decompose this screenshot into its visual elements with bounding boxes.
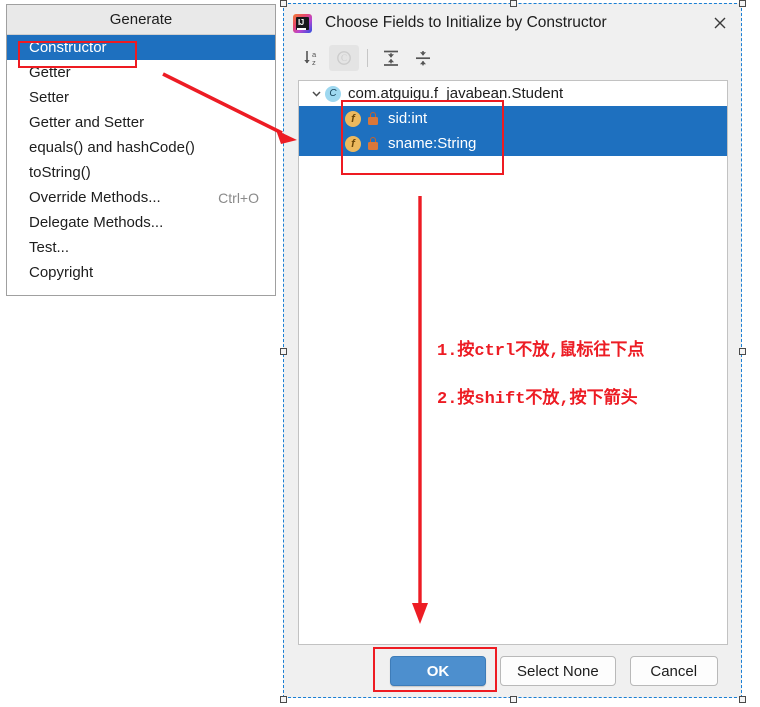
generate-menu-item-test[interactable]: Test... [7, 235, 275, 260]
generate-menu-item-constructor[interactable]: Constructor [7, 35, 275, 60]
collapse-all-icon[interactable] [408, 45, 438, 71]
sort-alphabetically-icon[interactable]: a z [297, 45, 327, 71]
select-none-button-label: Select None [517, 663, 599, 680]
selection-handle-top-right[interactable] [739, 0, 746, 7]
tree-node-class[interactable]: C com.atguigu.f_javabean.Student [299, 81, 727, 106]
class-icon: C [325, 86, 341, 102]
menu-item-label: Getter and Setter [29, 114, 144, 131]
private-lock-icon [367, 112, 379, 126]
field-icon: f [345, 111, 361, 127]
generate-menu-title: Generate [7, 5, 275, 35]
menu-item-shortcut: Ctrl+O [218, 190, 259, 206]
selection-handle-top-center[interactable] [510, 0, 517, 7]
dialog-titlebar: IJ Choose Fields to Initialize by Constr… [284, 4, 741, 42]
chevron-down-icon[interactable] [308, 88, 325, 99]
generate-menu-item-override-methods[interactable]: Override Methods... Ctrl+O [7, 185, 275, 210]
dialog-title: Choose Fields to Initialize by Construct… [325, 14, 607, 32]
menu-item-label: toString() [29, 164, 91, 181]
menu-item-label: equals() and hashCode() [29, 139, 195, 156]
menu-item-label: Copyright [29, 264, 93, 281]
expand-all-icon[interactable] [376, 45, 406, 71]
choose-fields-dialog: IJ Choose Fields to Initialize by Constr… [283, 3, 742, 698]
tree-node-field[interactable]: f sid:int [299, 106, 727, 131]
selection-handle-bottom-right[interactable] [739, 696, 746, 703]
dialog-button-bar: OK Select None Cancel [284, 645, 741, 697]
selection-handle-middle-left[interactable] [280, 348, 287, 355]
private-lock-icon [367, 137, 379, 151]
generate-menu-item-tostring[interactable]: toString() [7, 160, 275, 185]
toolbar-divider [367, 49, 368, 67]
selection-handle-middle-right[interactable] [739, 348, 746, 355]
selection-handle-top-left[interactable] [280, 0, 287, 7]
generate-menu-item-getter[interactable]: Getter [7, 60, 275, 85]
ok-button-label: OK [427, 663, 450, 680]
tree-node-field[interactable]: f sname:String [299, 131, 727, 156]
generate-menu-item-copyright[interactable]: Copyright [7, 260, 275, 285]
generate-menu-item-equals-and-hashcode[interactable]: equals() and hashCode() [7, 135, 275, 160]
menu-item-label: Override Methods... [29, 189, 161, 206]
dialog-toolbar: a z C [284, 42, 741, 74]
generate-popup-menu: Generate Constructor Getter Setter Gette… [6, 4, 276, 296]
screenshot-root: Generate Constructor Getter Setter Gette… [0, 0, 760, 707]
menu-item-label: Setter [29, 89, 69, 106]
ok-button[interactable]: OK [390, 656, 486, 686]
generate-menu-item-getter-and-setter[interactable]: Getter and Setter [7, 110, 275, 135]
sort-by-type-icon[interactable]: C [329, 45, 359, 71]
fields-tree-panel[interactable]: C com.atguigu.f_javabean.Student f sid:i… [298, 80, 728, 645]
menu-item-label: Constructor [29, 39, 107, 56]
cancel-button[interactable]: Cancel [630, 656, 718, 686]
select-none-button[interactable]: Select None [500, 656, 616, 686]
selection-handle-bottom-center[interactable] [510, 696, 517, 703]
svg-text:z: z [312, 58, 316, 67]
menu-item-label: Test... [29, 239, 69, 256]
field-icon: f [345, 136, 361, 152]
selection-handle-bottom-left[interactable] [280, 696, 287, 703]
close-icon[interactable] [709, 13, 731, 33]
tree-node-class-label: com.atguigu.f_javabean.Student [348, 85, 563, 102]
tree-node-field-label: sname:String [388, 135, 476, 152]
generate-menu-item-delegate-methods[interactable]: Delegate Methods... [7, 210, 275, 235]
tree-node-field-label: sid:int [388, 110, 427, 127]
menu-item-label: Getter [29, 64, 71, 81]
svg-text:C: C [341, 53, 347, 63]
cancel-button-label: Cancel [650, 663, 697, 680]
intellij-idea-icon: IJ [293, 14, 312, 33]
menu-item-label: Delegate Methods... [29, 214, 163, 231]
generate-menu-item-setter[interactable]: Setter [7, 85, 275, 110]
